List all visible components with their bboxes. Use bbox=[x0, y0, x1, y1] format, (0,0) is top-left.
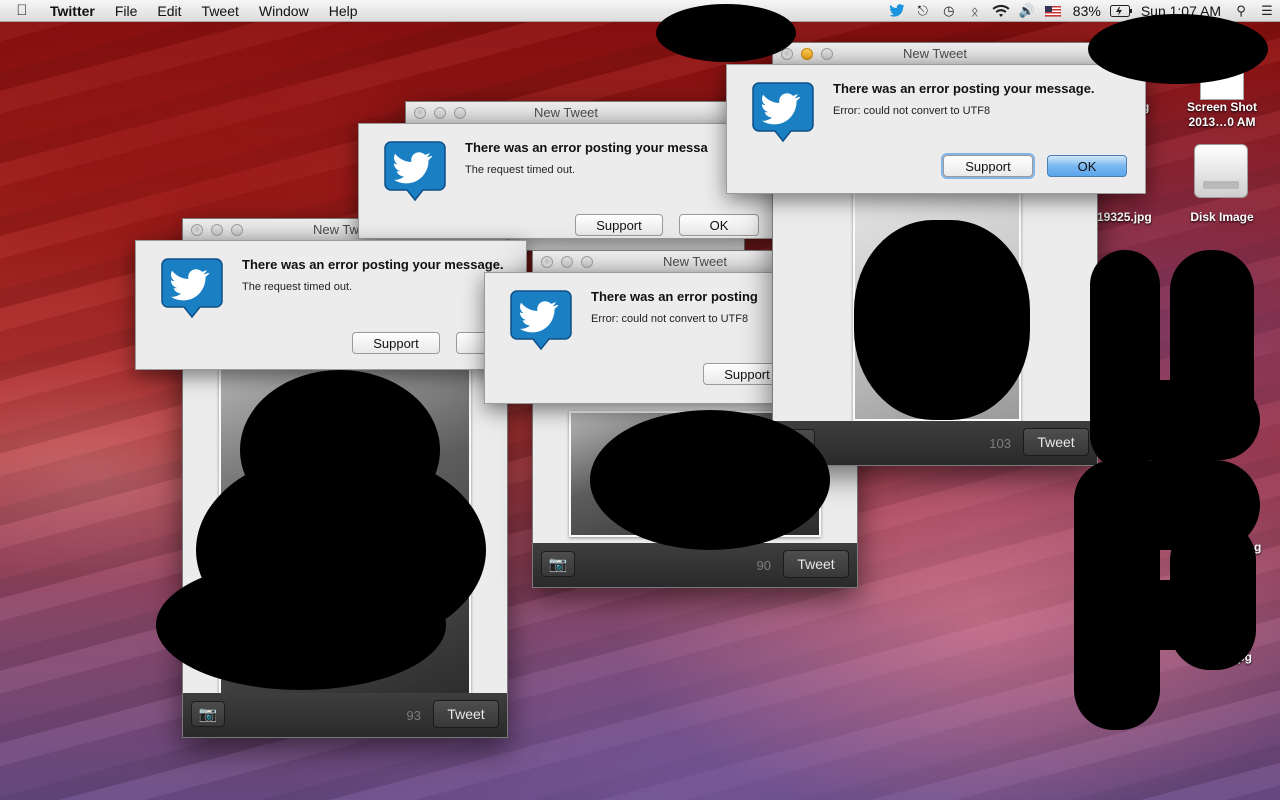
camera-icon[interactable]: 📷 bbox=[191, 701, 225, 727]
window-c-titlebar[interactable]: New Tweet bbox=[773, 43, 1097, 65]
zoom-button[interactable] bbox=[231, 224, 243, 236]
bluetooth-icon[interactable]: ᛟ bbox=[962, 0, 988, 22]
minimize-button[interactable] bbox=[801, 48, 813, 60]
screenshot-label-line2: 2013…0 AM bbox=[1188, 115, 1256, 129]
window-b-tweet-button[interactable]: Tweet bbox=[783, 550, 849, 578]
error-alert-4: There was an error posting your message.… bbox=[726, 64, 1146, 194]
time-machine-icon[interactable]: ◷ bbox=[936, 0, 962, 22]
close-button[interactable] bbox=[414, 107, 426, 119]
alert-2-detail: The request timed out. bbox=[242, 281, 353, 293]
jpg-file-label-2: 19325.jpg bbox=[1097, 210, 1152, 224]
redaction-blob bbox=[240, 370, 440, 530]
twitter-bird-status-icon[interactable] bbox=[884, 0, 910, 22]
zoom-button[interactable] bbox=[821, 48, 833, 60]
notification-center-icon[interactable]: ☰ bbox=[1254, 0, 1280, 22]
spotlight-search-icon[interactable]: ⚲ bbox=[1228, 0, 1254, 22]
wifi-icon[interactable] bbox=[988, 0, 1014, 22]
alert-2-support-button[interactable]: Support bbox=[352, 332, 440, 354]
alert-1-detail: The request timed out. bbox=[465, 164, 576, 176]
menu-help[interactable]: Help bbox=[319, 0, 368, 22]
camera-icon[interactable]: 📷 bbox=[541, 551, 575, 577]
alert-4-headline: There was an error posting your message. bbox=[833, 81, 1095, 96]
apple-menu-icon[interactable]:  bbox=[0, 2, 44, 19]
screenshot-label-line1: Screen Shot bbox=[1186, 100, 1258, 114]
error-alert-3: There was an error posting Error: could … bbox=[484, 272, 791, 404]
volume-icon[interactable]: 🔊 bbox=[1014, 0, 1040, 22]
input-source-flag-icon[interactable] bbox=[1040, 0, 1066, 22]
menu-bar:  Twitter File Edit Tweet Window Help ⎋ … bbox=[0, 0, 1280, 22]
zoom-button[interactable] bbox=[581, 256, 593, 268]
menu-tweet[interactable]: Tweet bbox=[192, 0, 249, 22]
error-alert-1: There was an error posting your messa Th… bbox=[358, 123, 778, 239]
close-button[interactable] bbox=[191, 224, 203, 236]
twitter-app-icon bbox=[510, 290, 572, 351]
redaction-blob bbox=[854, 220, 1030, 420]
alert-1-headline: There was an error posting your messa bbox=[465, 140, 708, 155]
window-c-tweet-button[interactable]: Tweet bbox=[1023, 428, 1089, 456]
battery-percent: 83% bbox=[1072, 3, 1101, 19]
window-a-tweet-button[interactable]: Tweet bbox=[433, 700, 499, 728]
window-d-titlebar[interactable]: New Tweet bbox=[406, 102, 744, 124]
redaction-blob bbox=[1090, 580, 1250, 650]
zoom-button[interactable] bbox=[454, 107, 466, 119]
sync-status-icon[interactable]: ⎋ bbox=[910, 0, 936, 22]
redaction-blob bbox=[156, 560, 446, 690]
alert-4-detail: Error: could not convert to UTF8 bbox=[833, 105, 991, 117]
disk-image-icon[interactable] bbox=[1194, 144, 1248, 198]
window-a-char-count: 93 bbox=[406, 708, 421, 723]
close-button[interactable] bbox=[541, 256, 553, 268]
alert-1-support-button[interactable]: Support bbox=[575, 214, 663, 236]
twitter-app-icon bbox=[161, 258, 223, 319]
menu-window[interactable]: Window bbox=[249, 0, 319, 22]
menu-edit[interactable]: Edit bbox=[147, 0, 191, 22]
alert-3-detail: Error: could not convert to UTF8 bbox=[591, 313, 749, 325]
menu-file[interactable]: File bbox=[105, 0, 148, 22]
menu-app-twitter[interactable]: Twitter bbox=[44, 0, 105, 22]
redaction-blob bbox=[590, 410, 830, 550]
redaction-blob bbox=[656, 4, 796, 62]
redaction-blob bbox=[1100, 380, 1260, 460]
twitter-app-icon bbox=[752, 82, 814, 143]
window-b-toolbar: 📷 90 Tweet bbox=[533, 543, 857, 587]
error-alert-2: There was an error posting your message.… bbox=[135, 240, 536, 370]
window-c-char-count: 103 bbox=[989, 436, 1011, 451]
window-a-toolbar: 📷 93 Tweet bbox=[183, 693, 507, 737]
minimize-button[interactable] bbox=[211, 224, 223, 236]
alert-1-ok-button[interactable]: OK bbox=[679, 214, 759, 236]
minimize-button[interactable] bbox=[434, 107, 446, 119]
twitter-app-icon bbox=[384, 141, 446, 202]
alert-4-support-button[interactable]: Support bbox=[943, 155, 1033, 177]
minimize-button[interactable] bbox=[561, 256, 573, 268]
alert-3-headline: There was an error posting bbox=[591, 289, 758, 304]
window-b-char-count: 90 bbox=[756, 558, 771, 573]
redaction-blob bbox=[1088, 14, 1268, 84]
alert-4-ok-button[interactable]: OK bbox=[1047, 155, 1127, 177]
alert-2-headline: There was an error posting your message. bbox=[242, 257, 504, 272]
disk-image-label: Disk Image bbox=[1190, 210, 1254, 224]
